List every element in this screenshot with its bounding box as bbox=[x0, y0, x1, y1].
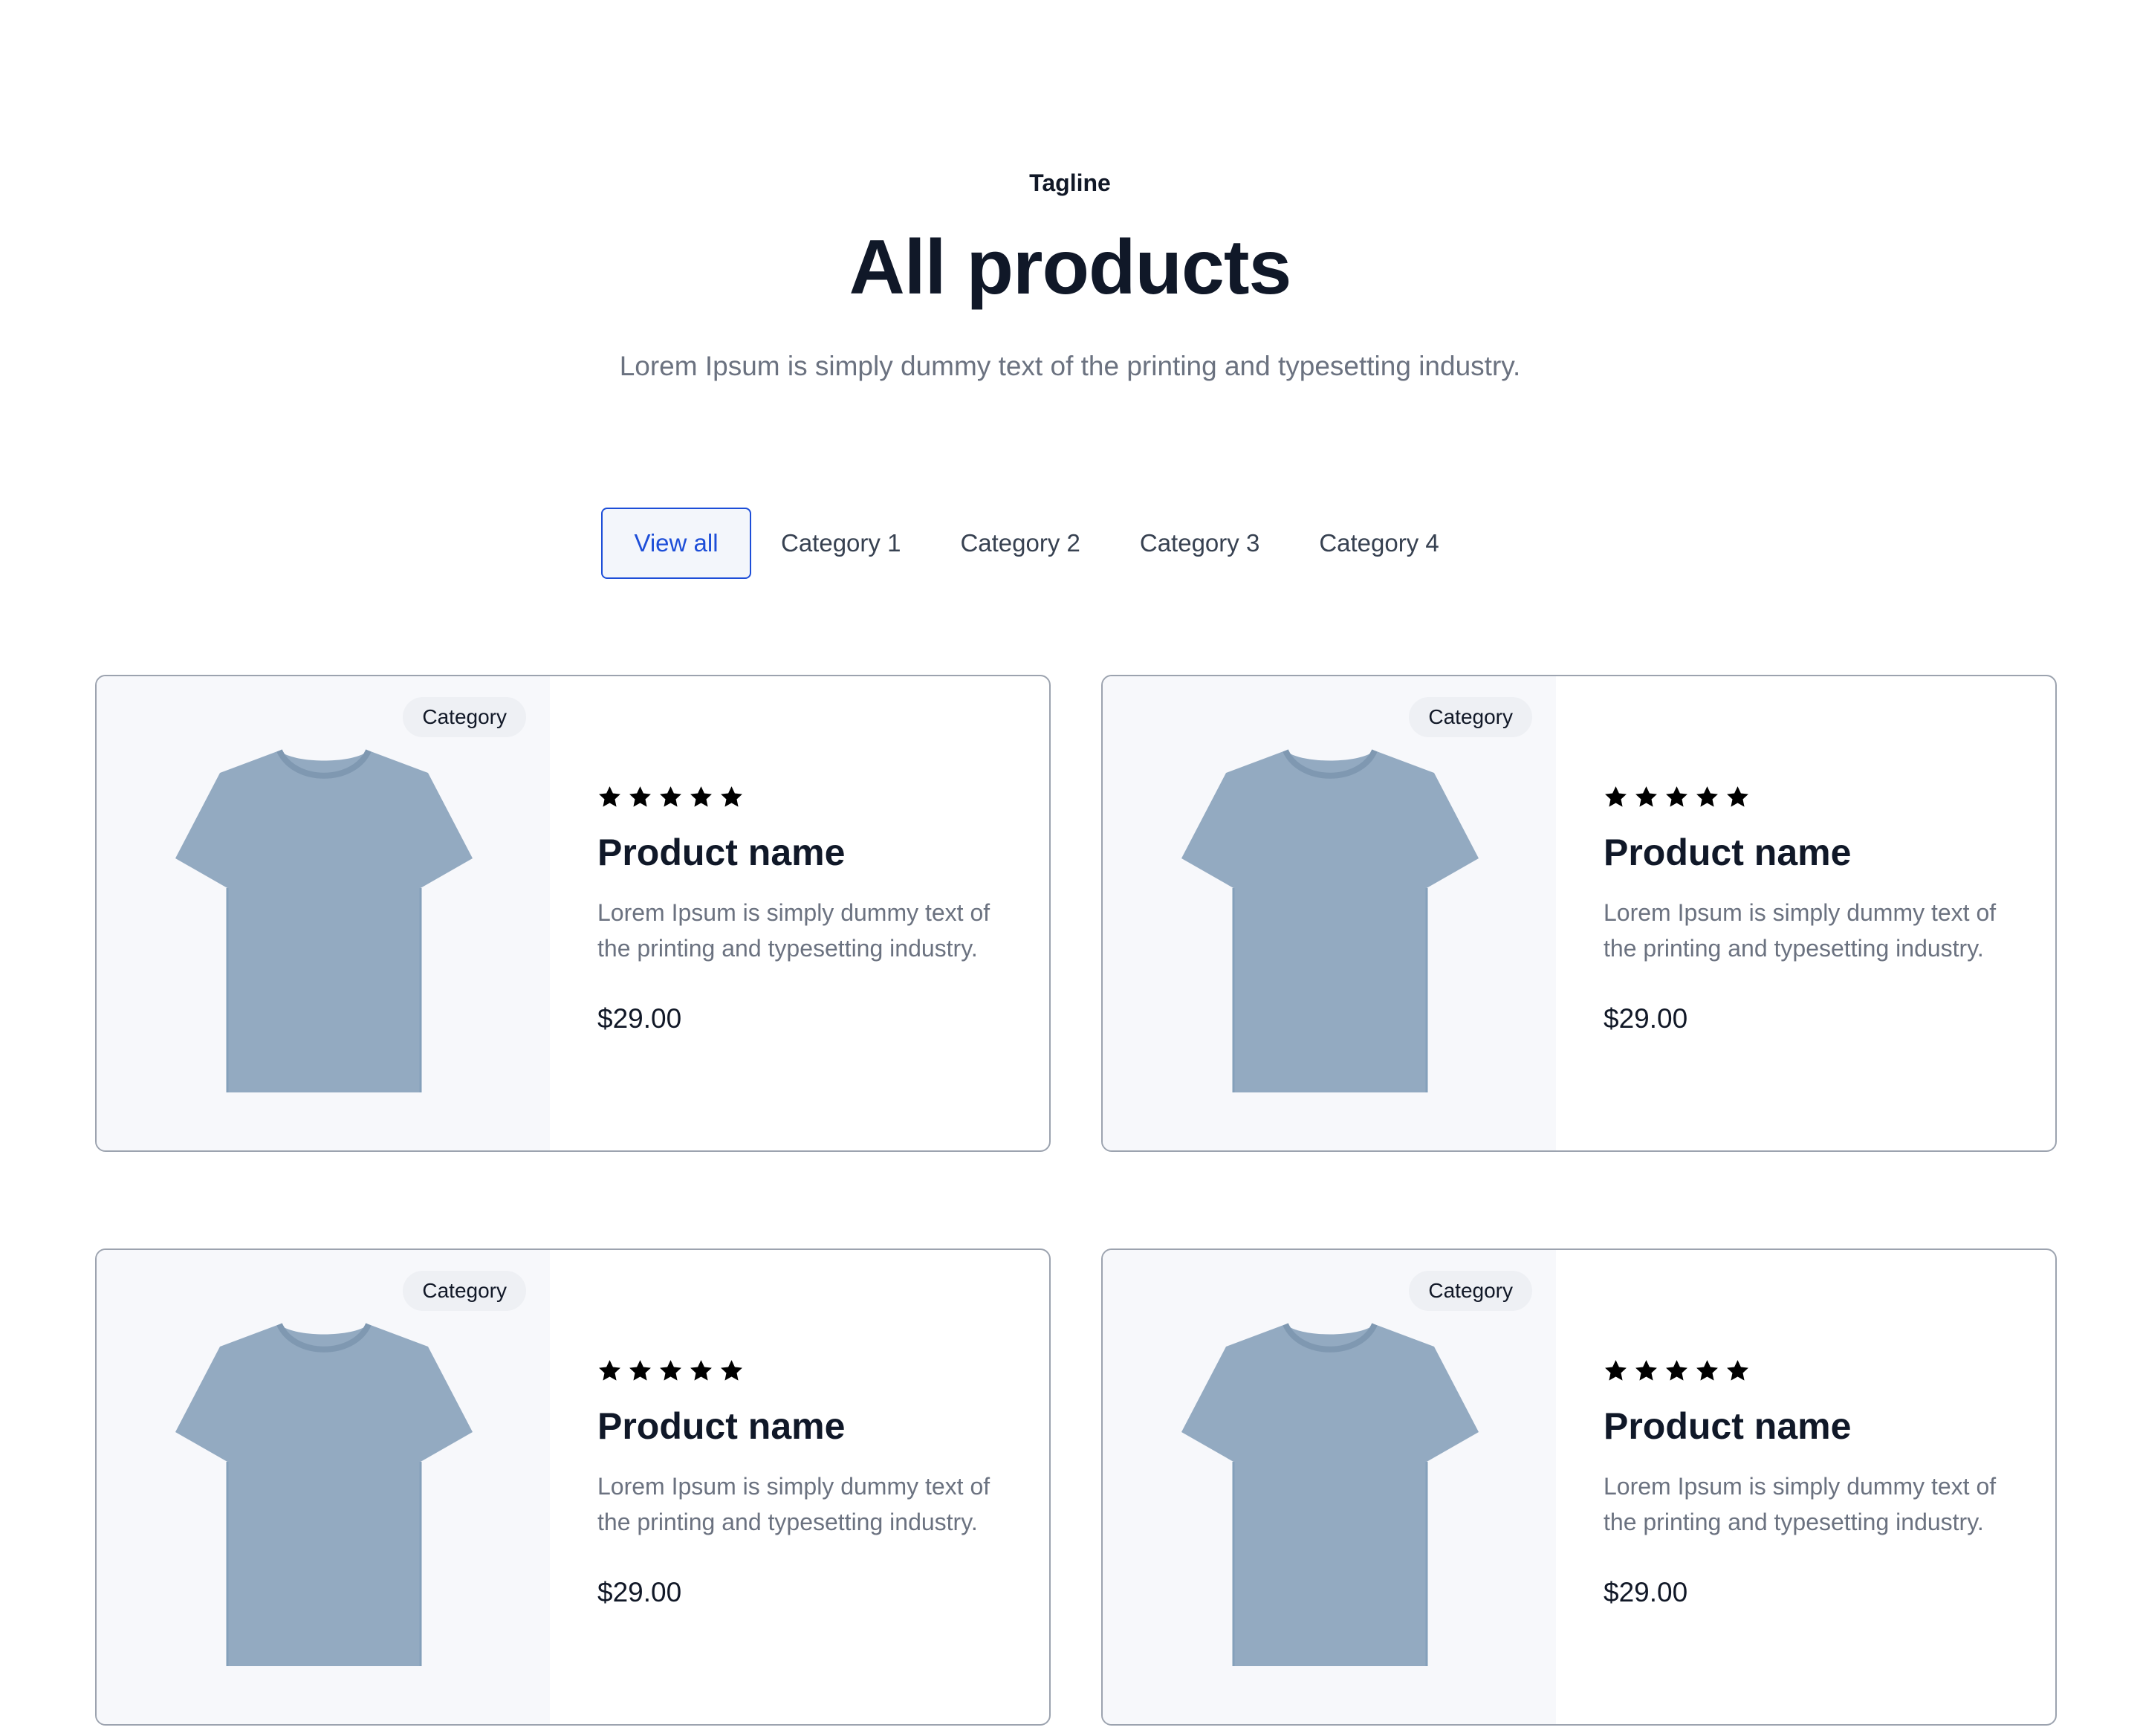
product-image-area: Category bbox=[97, 676, 550, 1150]
category-badge: Category bbox=[1409, 697, 1532, 737]
rating-stars bbox=[1604, 785, 1750, 809]
category-badge: Category bbox=[403, 697, 526, 737]
tshirt-image bbox=[175, 1323, 473, 1666]
tshirt-image bbox=[175, 749, 473, 1092]
star-icon bbox=[1666, 786, 1687, 807]
star-icon bbox=[1727, 786, 1748, 807]
product-description: Lorem Ipsum is simply dummy text of the … bbox=[1604, 1473, 1997, 1535]
product-card[interactable]: Category Product name Lorem Ipsum is sim… bbox=[1101, 675, 2057, 1152]
star-icon bbox=[690, 1360, 712, 1381]
product-price: $29.00 bbox=[1604, 1577, 1688, 1607]
tshirt-image bbox=[1181, 749, 1479, 1092]
tab-view-all[interactable]: View all bbox=[601, 508, 751, 579]
tab-category-1[interactable]: Category 1 bbox=[751, 508, 930, 579]
product-image-area: Category bbox=[97, 1250, 550, 1724]
star-icon bbox=[690, 786, 712, 807]
product-card[interactable]: Category Product name Lorem Ipsum is sim… bbox=[1101, 1248, 2057, 1726]
category-tabs: View all Category 1 Category 2 Category … bbox=[601, 507, 1469, 580]
star-icon bbox=[1635, 1360, 1657, 1381]
product-description: Lorem Ipsum is simply dummy text of the … bbox=[1604, 899, 1997, 962]
star-icon bbox=[1605, 1360, 1627, 1381]
product-card[interactable]: Category Product name Lorem Ipsum is sim… bbox=[95, 1248, 1051, 1726]
product-price: $29.00 bbox=[1604, 1003, 1688, 1034]
star-icon bbox=[660, 786, 681, 807]
star-icon bbox=[629, 786, 651, 807]
product-name[interactable]: Product name bbox=[1604, 831, 1851, 874]
tagline: Tagline bbox=[1029, 169, 1111, 196]
tab-category-2[interactable]: Category 2 bbox=[930, 508, 1109, 579]
star-icon bbox=[721, 1360, 742, 1381]
star-icon bbox=[1727, 1360, 1748, 1381]
tab-category-3[interactable]: Category 3 bbox=[1110, 508, 1289, 579]
page-subtitle: Lorem Ipsum is simply dummy text of the … bbox=[619, 351, 1521, 381]
rating-stars bbox=[597, 785, 744, 809]
product-image-area: Category bbox=[1103, 1250, 1556, 1724]
star-icon bbox=[599, 786, 620, 807]
product-image-area: Category bbox=[1103, 676, 1556, 1150]
product-name[interactable]: Product name bbox=[597, 831, 845, 874]
product-price: $29.00 bbox=[597, 1577, 682, 1607]
category-badge: Category bbox=[403, 1271, 526, 1311]
star-icon bbox=[660, 1360, 681, 1381]
star-icon bbox=[599, 1360, 620, 1381]
star-icon bbox=[1635, 786, 1657, 807]
star-icon bbox=[1696, 786, 1718, 807]
rating-stars bbox=[1604, 1358, 1750, 1383]
product-name[interactable]: Product name bbox=[1604, 1405, 1851, 1448]
product-card[interactable]: Category Product name Lorem Ipsum is sim… bbox=[95, 675, 1051, 1152]
category-badge: Category bbox=[1409, 1271, 1532, 1311]
product-description: Lorem Ipsum is simply dummy text of the … bbox=[597, 1473, 990, 1535]
star-icon bbox=[1696, 1360, 1718, 1381]
star-icon bbox=[721, 786, 742, 807]
star-icon bbox=[1666, 1360, 1687, 1381]
tshirt-image bbox=[1181, 1323, 1479, 1666]
star-icon bbox=[1605, 786, 1627, 807]
product-name[interactable]: Product name bbox=[597, 1405, 845, 1448]
product-description: Lorem Ipsum is simply dummy text of the … bbox=[597, 899, 990, 962]
page-title: All products bbox=[849, 224, 1292, 311]
product-price: $29.00 bbox=[597, 1003, 682, 1034]
rating-stars bbox=[597, 1358, 744, 1383]
star-icon bbox=[629, 1360, 651, 1381]
tab-category-4[interactable]: Category 4 bbox=[1289, 508, 1468, 579]
